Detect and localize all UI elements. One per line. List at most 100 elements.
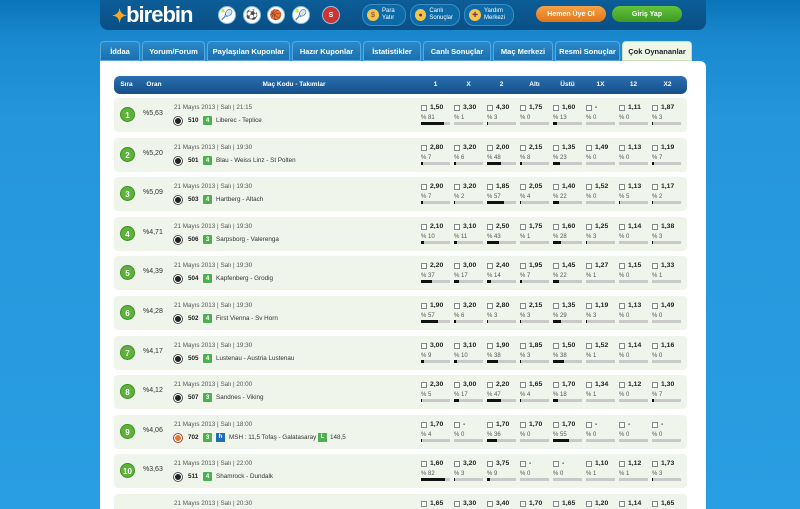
odd-checkbox[interactable]: [652, 263, 658, 270]
odd-checkbox[interactable]: [619, 303, 625, 309]
odd-checkbox[interactable]: [652, 184, 658, 191]
odd-checkbox[interactable]: [487, 382, 493, 389]
odd-checkbox[interactable]: [421, 501, 427, 507]
odd-checkbox[interactable]: [520, 501, 526, 507]
odd-checkbox[interactable]: [421, 303, 427, 309]
match-teams[interactable]: Shamrock - Dundalk: [216, 473, 273, 480]
odd-checkbox[interactable]: [586, 303, 592, 309]
odd-checkbox[interactable]: [586, 461, 592, 468]
match-teams[interactable]: Blau - Weiss Linz - St Polten: [216, 157, 296, 164]
column-header[interactable]: Maç Kodu - Takımlar: [169, 76, 419, 94]
odd-checkbox[interactable]: [586, 263, 592, 270]
football-icon[interactable]: ⚽: [243, 6, 261, 24]
match-teams[interactable]: Hartberg - Altach: [216, 196, 263, 203]
odd-checkbox[interactable]: [520, 263, 526, 270]
odd-checkbox[interactable]: [586, 223, 592, 230]
odd-checkbox[interactable]: [421, 382, 427, 389]
odd-checkbox[interactable]: [652, 144, 658, 151]
basketball-icon[interactable]: 🏀: [267, 6, 285, 24]
odd-checkbox[interactable]: [421, 144, 427, 151]
odd-checkbox[interactable]: [421, 342, 427, 349]
match-code[interactable]: 510: [188, 117, 199, 124]
match-teams[interactable]: Lustenau - Austria Lustenau: [216, 355, 294, 362]
column-header[interactable]: Sıra: [114, 76, 139, 94]
tab-3[interactable]: Hazır Kuponlar: [292, 41, 361, 61]
odd-checkbox[interactable]: [421, 421, 427, 428]
spor-toto-icon[interactable]: S: [322, 6, 340, 24]
odd-checkbox[interactable]: [553, 105, 559, 111]
column-header[interactable]: Üstü: [551, 76, 584, 94]
column-header[interactable]: Oran: [139, 76, 169, 94]
tab-1[interactable]: Yorum/Forum: [142, 41, 205, 61]
odd-checkbox[interactable]: [487, 461, 493, 468]
odd-checkbox[interactable]: [520, 184, 526, 191]
tab-0[interactable]: İddaa: [100, 41, 140, 61]
odd-checkbox[interactable]: [454, 184, 460, 191]
odd-checkbox[interactable]: [619, 184, 625, 191]
odd-checkbox[interactable]: [520, 105, 526, 111]
odd-checkbox[interactable]: [553, 263, 559, 270]
odd-checkbox[interactable]: [520, 461, 526, 468]
tab-8[interactable]: Çok Oynananlar: [622, 41, 692, 61]
odd-checkbox[interactable]: [454, 223, 460, 230]
odd-checkbox[interactable]: [454, 421, 460, 428]
odd-checkbox[interactable]: [487, 105, 493, 111]
match-code[interactable]: 501: [188, 157, 199, 164]
odd-checkbox[interactable]: [487, 421, 493, 428]
odd-checkbox[interactable]: [586, 501, 592, 507]
odd-checkbox[interactable]: [454, 382, 460, 389]
odd-checkbox[interactable]: [487, 223, 493, 230]
match-teams[interactable]: Kapfenberg - Grodig: [216, 275, 273, 282]
match-code[interactable]: 505: [188, 355, 199, 362]
deposit-button[interactable]: $ Para Yatır: [362, 4, 406, 26]
odd-checkbox[interactable]: [619, 144, 625, 151]
odd-checkbox[interactable]: [520, 223, 526, 230]
odd-checkbox[interactable]: [553, 461, 559, 468]
odd-checkbox[interactable]: [619, 501, 625, 507]
column-header[interactable]: 2: [485, 76, 518, 94]
odd-checkbox[interactable]: [619, 105, 625, 111]
odd-checkbox[interactable]: [619, 263, 625, 270]
odd-checkbox[interactable]: [520, 144, 526, 151]
odd-checkbox[interactable]: [586, 342, 592, 349]
odd-checkbox[interactable]: [619, 461, 625, 468]
column-header[interactable]: X2: [650, 76, 685, 94]
odd-checkbox[interactable]: [652, 303, 658, 309]
site-logo[interactable]: ✦birebin: [112, 2, 193, 28]
tennis-icon[interactable]: 🎾: [218, 6, 236, 24]
odd-checkbox[interactable]: [454, 461, 460, 468]
odd-checkbox[interactable]: [520, 342, 526, 349]
odd-checkbox[interactable]: [553, 501, 559, 507]
column-header[interactable]: Altı: [518, 76, 551, 94]
match-teams[interactable]: Liberec - Teplice: [216, 117, 262, 124]
match-code[interactable]: 502: [188, 315, 199, 322]
odd-checkbox[interactable]: [652, 461, 658, 468]
odd-checkbox[interactable]: [586, 184, 592, 191]
odd-checkbox[interactable]: [520, 421, 526, 428]
odd-checkbox[interactable]: [421, 184, 427, 191]
odd-checkbox[interactable]: [586, 105, 592, 111]
odd-checkbox[interactable]: [652, 342, 658, 349]
match-code[interactable]: 702: [188, 434, 199, 441]
odd-checkbox[interactable]: [553, 223, 559, 230]
match-teams[interactable]: MSH : 11,5 Tofaş - Galatasaray: [229, 434, 316, 441]
odd-checkbox[interactable]: [487, 184, 493, 191]
odd-checkbox[interactable]: [619, 223, 625, 230]
register-button[interactable]: Hemen Üye Ol: [536, 6, 606, 22]
combo-icon[interactable]: 🎾: [292, 6, 310, 24]
odd-checkbox[interactable]: [487, 144, 493, 151]
odd-checkbox[interactable]: [652, 501, 658, 507]
odd-checkbox[interactable]: [454, 105, 460, 111]
match-code[interactable]: 506: [188, 236, 199, 243]
odd-checkbox[interactable]: [487, 501, 493, 507]
odd-checkbox[interactable]: [454, 303, 460, 309]
tab-5[interactable]: Canlı Sonuçlar: [423, 41, 491, 61]
column-header[interactable]: X: [452, 76, 485, 94]
match-code[interactable]: 504: [188, 275, 199, 282]
odd-checkbox[interactable]: [421, 105, 427, 111]
odd-checkbox[interactable]: [421, 223, 427, 230]
column-header[interactable]: 12: [617, 76, 650, 94]
odd-checkbox[interactable]: [487, 342, 493, 349]
odd-checkbox[interactable]: [586, 421, 592, 428]
tab-6[interactable]: Maç Merkezi: [493, 41, 553, 61]
